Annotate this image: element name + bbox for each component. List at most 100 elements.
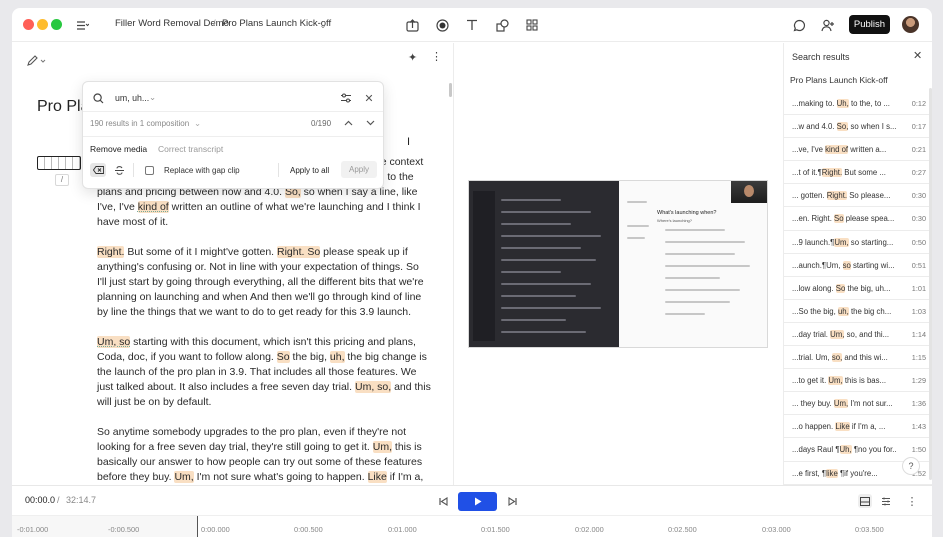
close-icon[interactable]: ✕ xyxy=(913,49,922,62)
panel-title: Search results xyxy=(792,52,850,62)
publish-button[interactable]: Publish xyxy=(849,15,890,34)
skip-back-icon[interactable] xyxy=(436,494,450,508)
menu-icon[interactable] xyxy=(74,17,90,33)
replace-gap-checkbox[interactable] xyxy=(145,166,154,175)
panel-divider[interactable] xyxy=(453,43,454,485)
skip-forward-icon[interactable] xyxy=(505,494,519,508)
search-result-item[interactable]: ...So the big, uh, the big ch... 1:03 xyxy=(784,300,932,323)
more-icon[interactable]: ⋮ xyxy=(431,50,442,63)
result-match: So xyxy=(834,214,844,224)
apply-to-all-button[interactable]: Apply to all xyxy=(290,166,329,175)
delete-word-icon[interactable] xyxy=(90,163,106,177)
video-preview[interactable]: What's launching when? Where's launching… xyxy=(468,180,768,348)
filler-word-highlight[interactable]: Right. So xyxy=(277,246,321,258)
tracks-icon[interactable] xyxy=(879,494,893,508)
result-snippet: ...en. Right. So please spea... xyxy=(792,214,895,224)
filler-word-highlight[interactable]: Um, xyxy=(174,471,194,483)
tab-remove-media[interactable]: Remove media xyxy=(90,144,147,154)
results-summary[interactable]: 190 results in 1 composition xyxy=(90,119,189,128)
transcript[interactable]: Our, not just our 3.9 launch plan, but t… xyxy=(97,155,431,485)
search-result-item[interactable]: ...t of it.¶Right. But some ... 0:27 xyxy=(784,161,932,185)
chevron-down-icon[interactable]: ⌄ xyxy=(194,118,201,129)
avatar[interactable] xyxy=(902,16,919,33)
chevron-up-icon[interactable] xyxy=(341,116,355,130)
transcript-paragraph[interactable]: Um, so starting with this document, whic… xyxy=(97,335,431,410)
ruler-tick-label: 0:03.500 xyxy=(855,525,884,534)
filler-word-highlight[interactable]: Like xyxy=(367,471,387,483)
transport-bar: 00:00.0 / 32:14.7 ⋮ xyxy=(12,485,932,515)
text-icon[interactable] xyxy=(464,17,480,33)
filler-word-highlight[interactable]: kind of xyxy=(137,201,169,213)
close-icon[interactable]: ✕ xyxy=(362,91,376,105)
more-icon[interactable]: ⋮ xyxy=(905,494,919,508)
filler-word-highlight[interactable]: Um, so xyxy=(97,336,131,348)
close-window-button[interactable] xyxy=(23,19,34,30)
scrollbar[interactable] xyxy=(449,83,452,97)
maximize-window-button[interactable] xyxy=(51,19,62,30)
shapes-icon[interactable] xyxy=(494,17,510,33)
play-button[interactable] xyxy=(458,492,497,511)
chevron-down-icon[interactable]: ⌄ xyxy=(315,17,331,33)
search-result-item[interactable]: ...en. Right. So please spea... 0:30 xyxy=(784,207,932,231)
search-result-item[interactable]: ... they buy. Um, I'm not sur... 1:36 xyxy=(784,392,932,416)
chevron-down-icon[interactable]: ⌄ xyxy=(149,92,156,103)
search-result-item[interactable]: ...w and 4.0. So, so when I s... 0:17 xyxy=(784,115,932,139)
timeline-ruler[interactable]: -0:01.000 -0:00.500 0:00.000 0:00.500 0:01.0… xyxy=(12,515,932,537)
search-result-item[interactable]: ...low along. So the big, uh... 1:01 xyxy=(784,277,932,300)
result-match: Um, xyxy=(833,399,849,409)
result-match: Um, xyxy=(828,376,843,386)
result-timestamp: 0:17 xyxy=(911,122,926,132)
result-timestamp: 1:29 xyxy=(911,376,926,386)
transcript-paragraph[interactable]: Right. But some of it I might've gotten.… xyxy=(97,245,431,320)
clip-speaker-label[interactable]: / xyxy=(55,174,69,186)
search-result-item[interactable]: ... gotten. Right. So please... 0:30 xyxy=(784,184,932,208)
result-snippet: ...9 launch.¶Um, so starting... xyxy=(792,237,894,247)
pen-tool-icon[interactable] xyxy=(26,55,48,70)
apply-button[interactable]: Apply xyxy=(341,161,377,178)
tab-correct-transcript[interactable]: Correct transcript xyxy=(158,144,223,154)
scrollbar[interactable] xyxy=(929,88,932,480)
filler-word-highlight[interactable]: uh, xyxy=(329,351,345,363)
transcript-paragraph[interactable]: So anytime somebody upgrades to the pro … xyxy=(97,425,431,485)
search-result-item[interactable]: ...9 launch.¶Um, so starting... 0:50 xyxy=(784,231,932,254)
transcript-text[interactable]: So anytime somebody upgrades to the pro … xyxy=(97,426,406,453)
minimize-window-button[interactable] xyxy=(37,19,48,30)
search-result-item[interactable]: ...day trial. Um, so, and thi... 1:14 xyxy=(784,323,932,347)
transcript-text[interactable]: But some of it I might've gotten. xyxy=(124,246,277,258)
grid-icon[interactable] xyxy=(524,17,540,33)
search-result-item[interactable]: ...o happen. Like if I'm a, ... 1:43 xyxy=(784,415,932,439)
result-match: kind of xyxy=(825,145,849,155)
export-icon[interactable] xyxy=(404,17,420,33)
chevron-down-icon[interactable] xyxy=(363,116,377,130)
record-icon[interactable] xyxy=(434,17,450,33)
time-separator: / xyxy=(57,495,60,505)
breadcrumb-project[interactable]: Filler Word Removal Demo xyxy=(115,18,229,29)
playhead[interactable] xyxy=(197,516,198,537)
help-button[interactable]: ? xyxy=(902,457,920,475)
search-result-item[interactable]: ...ve, I've kind of written a... 0:21 xyxy=(784,138,932,162)
search-result-item[interactable]: ...to get it. Um, this is bas... 1:29 xyxy=(784,369,932,393)
strikethrough-icon[interactable] xyxy=(111,163,127,177)
filler-word-highlight[interactable]: Um, so, xyxy=(354,381,392,393)
sparkle-icon[interactable]: ✦ xyxy=(408,51,417,64)
result-snippet: ...e first, ¶like ¶if you're... xyxy=(792,468,878,478)
comment-icon[interactable] xyxy=(791,17,807,33)
filler-word-highlight[interactable]: So xyxy=(276,351,290,363)
filler-word-highlight[interactable]: Um, xyxy=(372,441,392,453)
media-clip-thumbnail[interactable] xyxy=(37,156,81,170)
search-input[interactable]: um, uh... xyxy=(115,93,149,103)
layout-view-icon[interactable] xyxy=(858,494,872,508)
add-user-icon[interactable] xyxy=(820,17,836,33)
filler-word-highlight[interactable]: Right. xyxy=(97,246,125,258)
video-subheading: Where's launching? xyxy=(657,218,693,223)
search-result-item[interactable]: ...trial. Um, so, and this wi... 1:15 xyxy=(784,346,932,370)
search-result-item[interactable]: ...making to. Uh, to the, to ... 0:12 xyxy=(784,92,932,116)
search-result-item[interactable]: ...aunch.¶Um, so starting wi... 0:51 xyxy=(784,254,932,277)
filter-icon[interactable] xyxy=(339,91,353,105)
result-counter: 0/190 xyxy=(311,119,332,128)
transcript-text[interactable]: I'm not sure what's going to happen. xyxy=(194,471,368,483)
result-snippet: ...days Raul ¶Uh, ¶no you for... xyxy=(792,445,896,455)
result-match: uh, xyxy=(837,306,849,316)
total-time: 32:14.7 xyxy=(66,495,97,505)
transcript-text[interactable]: the big, xyxy=(290,351,330,363)
